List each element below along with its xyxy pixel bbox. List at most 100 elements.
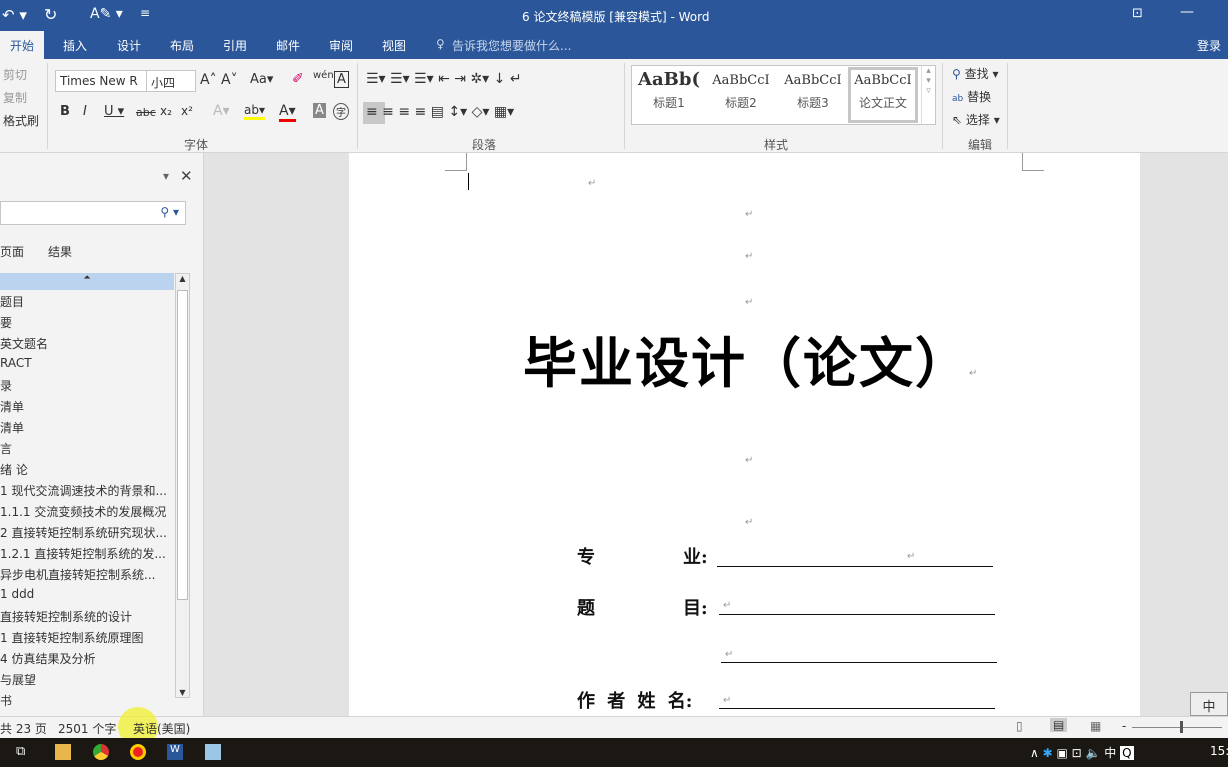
font-name-select[interactable]: Times New R: [55, 70, 147, 92]
nav-heading-item[interactable]: 要: [0, 314, 12, 331]
tell-me-input[interactable]: 告诉我您想要做什么...: [452, 37, 571, 54]
nav-heading-item[interactable]: 1 现代交流调速技术的背景和...: [0, 482, 167, 499]
customize-qat-icon[interactable]: ≡: [140, 6, 150, 20]
styles-scroll[interactable]: ▴ ▾ ▿: [921, 66, 935, 124]
language[interactable]: 英语(美国): [133, 720, 190, 737]
tab-mailings[interactable]: 邮件: [276, 37, 300, 54]
recorder-icon[interactable]: [130, 744, 146, 760]
tab-review[interactable]: 审阅: [329, 37, 353, 54]
nav-heading-item[interactable]: 1.2.1 直接转矩控制系统的发...: [0, 545, 166, 562]
close-icon[interactable]: ✕: [180, 167, 193, 185]
nav-heading-item[interactable]: 直接转矩控制系统的设计: [0, 608, 132, 625]
nav-heading-item[interactable]: 题目: [0, 293, 24, 310]
zoom-slider-thumb[interactable]: [1180, 721, 1183, 733]
redo-icon[interactable]: ↻: [44, 5, 57, 24]
minimize-icon[interactable]: —: [1180, 4, 1194, 20]
tab-design[interactable]: 设计: [117, 37, 141, 54]
nav-heading-item[interactable]: 与展望: [0, 671, 36, 688]
find-button[interactable]: ⚲ 查找 ▾: [952, 65, 998, 82]
ime-indicator[interactable]: 中: [1190, 692, 1228, 716]
notepad-icon[interactable]: [205, 744, 221, 760]
tab-insert[interactable]: 插入: [63, 37, 87, 54]
file-explorer-icon[interactable]: [55, 744, 71, 760]
clock[interactable]: 15:: [1210, 744, 1228, 758]
nav-heading-item[interactable]: 录: [0, 377, 12, 394]
format-icon[interactable]: A✎ ▾: [90, 6, 123, 22]
replace-button[interactable]: ab 替换: [952, 88, 991, 105]
page-count[interactable]: 共 23 页: [0, 720, 47, 737]
major-field-line[interactable]: [717, 566, 993, 567]
login-link[interactable]: 登录: [1197, 37, 1221, 54]
highlight-icon[interactable]: ab▾: [244, 103, 265, 120]
nav-heading-item[interactable]: 英文题名: [0, 335, 48, 352]
alignment-icons[interactable]: ≡ ≡ ≡ ≡ ▤ ↕▾ ◇▾ ▦▾: [366, 104, 514, 120]
scroll-thumb[interactable]: [177, 290, 188, 600]
subscript-icon[interactable]: x₂: [160, 104, 172, 118]
char-shading-icon[interactable]: A: [313, 103, 326, 118]
nav-heading-item[interactable]: 清单: [0, 419, 24, 436]
cut-button[interactable]: 剪切: [3, 66, 27, 83]
read-mode-icon[interactable]: ▯: [1016, 719, 1023, 733]
tray-icons[interactable]: ∧ ✱ ▣ ⊡ 🔈 中 Q: [1030, 744, 1134, 761]
web-layout-icon[interactable]: ▦: [1090, 719, 1101, 733]
style-heading3[interactable]: AaBbCcI 标题3: [778, 73, 848, 111]
tab-home[interactable]: 开始: [0, 31, 45, 59]
nav-heading-item[interactable]: 1 直接转矩控制系统原理图: [0, 629, 143, 646]
ribbon-display-icon[interactable]: ⊡: [1132, 6, 1143, 21]
zoom-out-button[interactable]: -: [1122, 719, 1126, 733]
tab-layout[interactable]: 布局: [170, 37, 194, 54]
font-size-select[interactable]: 小四: [146, 70, 196, 92]
zoom-slider[interactable]: [1132, 727, 1222, 728]
superscript-icon[interactable]: x²: [181, 104, 193, 118]
italic-icon[interactable]: I: [83, 104, 87, 119]
clear-format-icon[interactable]: ✐: [292, 71, 304, 87]
nav-heading-item[interactable]: 异步电机直接转矩控制系统...: [0, 566, 155, 583]
font-color-icon[interactable]: A▾: [279, 103, 296, 122]
grow-shrink-font-icon[interactable]: A˄ A˅: [200, 72, 238, 88]
search-icon[interactable]: ⚲ ▾: [160, 205, 179, 219]
topic-field-line[interactable]: [719, 614, 995, 615]
nav-heading-item[interactable]: 2 直接转矩控制系统研究现状...: [0, 524, 167, 541]
nav-heading-item[interactable]: 清单: [0, 398, 24, 415]
tab-results[interactable]: 结果: [48, 243, 72, 260]
paragraph-list-icons[interactable]: ☰▾ ☰▾ ☰▾ ⇤ ⇥ ✲▾ ↓ ↵: [366, 71, 522, 87]
strikethrough-icon[interactable]: abc: [136, 106, 156, 119]
undo-icon[interactable]: ↶ ▾: [2, 6, 27, 24]
tab-view[interactable]: 视图: [382, 37, 406, 54]
print-layout-icon[interactable]: ▤: [1050, 718, 1068, 732]
underline-icon[interactable]: U ▾: [104, 104, 124, 119]
document-page[interactable]: ↵ ↵ ↵ ↵ 毕业设计（论文） ↵ ↵ ↵ 专 业: ↵ 题 目: ↵ ↵ 作…: [349, 153, 1140, 716]
change-case-icon[interactable]: Aa▾: [250, 72, 273, 87]
author-field-line[interactable]: [719, 708, 995, 709]
chrome-icon[interactable]: [93, 744, 109, 760]
style-heading1[interactable]: AaBb(标题1: [634, 69, 704, 111]
navigation-pane: ▾ ✕ ⚲ ▾ 页面 结果 ⏶ 题目要英文题名 RACT 录清单 清单言绪 论1 现代…: [0, 153, 204, 716]
nav-scrollbar[interactable]: ▲ ▼: [175, 273, 190, 698]
word-icon[interactable]: W: [167, 744, 183, 760]
word-count[interactable]: 2501 个字: [58, 720, 116, 737]
text-effects-icon[interactable]: A▾: [213, 103, 230, 119]
nav-heading-item[interactable]: 书: [0, 692, 12, 709]
style-heading2[interactable]: AaBbCcI 标题2: [706, 73, 776, 111]
format-painter-button[interactable]: 格式刷: [3, 112, 39, 129]
nav-heading-item[interactable]: RACT: [0, 356, 32, 370]
select-button[interactable]: ⇖ 选择 ▾: [952, 111, 1000, 128]
nav-heading-item[interactable]: 言: [0, 440, 12, 457]
enclose-char-icon[interactable]: 字: [333, 103, 349, 120]
search-input[interactable]: ⚲ ▾: [0, 201, 186, 225]
pane-options-icon[interactable]: ▾: [163, 169, 169, 183]
phonetic-guide-icon[interactable]: wén: [313, 70, 334, 81]
char-border-icon[interactable]: A: [334, 71, 349, 88]
task-view-icon[interactable]: ⧉: [16, 744, 32, 760]
topic-field-line-2[interactable]: [721, 662, 997, 663]
style-body-selected[interactable]: AaBbCcI 论文正文: [848, 67, 918, 123]
bold-icon[interactable]: B: [60, 104, 70, 119]
nav-heading-item[interactable]: 4 仿真结果及分析: [0, 650, 95, 667]
tab-pages[interactable]: 页面: [0, 243, 24, 260]
tab-references[interactable]: 引用: [223, 37, 247, 54]
nav-heading-item[interactable]: 1.1.1 交流变频技术的发展概况: [0, 503, 166, 520]
nav-heading-item[interactable]: 绪 论: [0, 461, 28, 478]
collapse-all-icon[interactable]: ⏶: [0, 273, 174, 290]
copy-button[interactable]: 复制: [3, 89, 27, 106]
nav-heading-item[interactable]: 1 ddd: [0, 587, 34, 601]
